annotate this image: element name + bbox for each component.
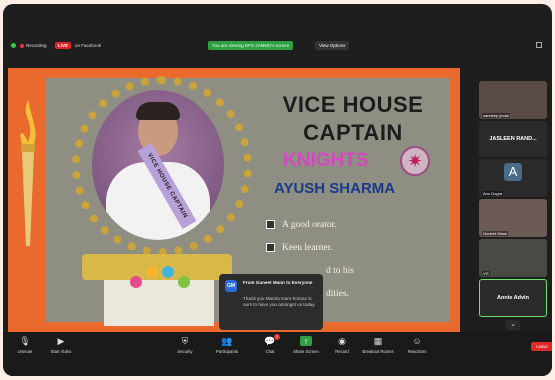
start-video-button[interactable]: ▶ Start Video [43,336,79,354]
bullet-item: A good orator. [266,220,354,243]
grid-icon: ▦ [373,336,383,346]
checkbox-bullet-icon [266,220,275,230]
smiley-icon: ☺ [412,336,422,346]
avatar: A [504,163,522,181]
house-name: KNIGHTS [283,150,369,171]
house-emblem-icon: ✷ [400,146,430,176]
recording-indicator[interactable]: Recording [20,43,47,48]
chat-sender: From Guneet Mann to Everyone [243,280,313,285]
student-photo: VICE HOUSE CAPTAIN [92,90,224,240]
slide-title-line1: VICE HOUSE [282,92,424,117]
record-button[interactable]: ◉ Record [324,336,360,354]
live-platform[interactable]: on Facebook [75,43,101,48]
security-button[interactable]: ⛨ Security [167,336,203,354]
torch-icon [20,100,36,246]
chevron-down-icon[interactable]: ⌄ [506,320,520,330]
participant-tile[interactable]: VG [479,239,547,277]
participant-tile[interactable]: JASLEEN RAND... [479,121,547,157]
sender-avatar: GM [225,280,237,292]
participant-tile[interactable]: A Anu Dogra [479,159,547,197]
share-screen-icon: ↑ [300,336,312,346]
meeting-toolbar: 🎙 Unmute ▶ Start Video ⛨ Security 👥 Particip… [3,332,552,376]
share-screen-button[interactable]: ↑ Share Screen [288,336,324,354]
people-graphic [128,266,192,306]
record-dot-icon [20,43,24,48]
chat-badge: 1 [274,334,280,340]
unmute-button[interactable]: 🎙 Unmute [7,336,43,354]
reactions-button[interactable]: ☺ Reactions [399,336,435,354]
chat-notification[interactable]: GM From Guneet Mann to Everyone Thank yo… [219,274,323,330]
connection-status-icon[interactable] [11,43,16,48]
record-icon: ◉ [338,336,346,346]
slide-title-line2: CAPTAIN [303,120,403,145]
student-name: AYUSH SHARMA [274,180,396,197]
zoom-window: Recording LIVE on Facebook You are viewi… [3,4,552,376]
fullscreen-icon[interactable] [536,42,542,48]
live-badge[interactable]: LIVE [55,42,72,49]
participant-tile[interactable]: sandeep jindal [479,81,547,119]
checkbox-bullet-icon [266,243,275,253]
chat-message: Thank you Mamta mam-honour is ours to ha… [243,296,316,307]
breakout-rooms-button[interactable]: ▦ Breakout Rooms [360,336,396,354]
participants-button[interactable]: 👥 Participants [209,336,245,354]
participant-tile[interactable]: Annie Advin [479,279,547,317]
viewing-banner: You are viewing DPS JAMMU's screen [208,41,294,50]
microphone-muted-icon: 🎙 [19,336,31,346]
chat-button[interactable]: 💬 1 Chat [252,334,288,354]
view-options-button[interactable]: View Options [315,41,350,50]
video-off-icon: ▶ [57,336,65,346]
bullet-item: Keen learner. [266,243,354,266]
people-icon: 👥 [221,336,233,346]
shield-icon: ⛨ [181,336,189,346]
participant-tile[interactable]: Guneet Mann [479,199,547,237]
meeting-topbar: Recording LIVE on Facebook You are viewi… [3,40,552,52]
leave-button[interactable]: Leave [531,342,552,351]
